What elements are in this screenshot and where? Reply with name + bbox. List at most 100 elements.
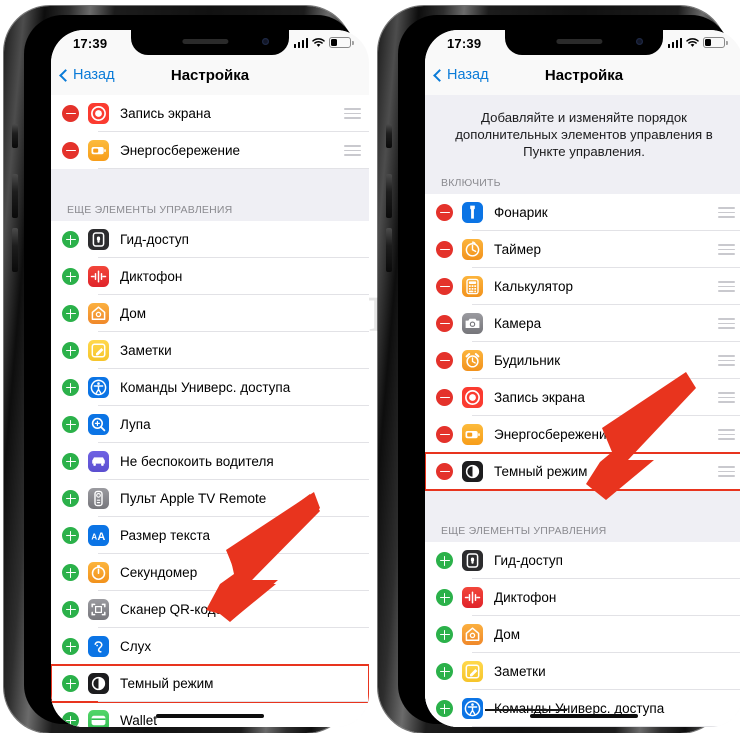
- reorder-handle-icon[interactable]: [705, 428, 735, 441]
- control-row[interactable]: Заметки: [425, 653, 740, 690]
- remove-control-button[interactable]: [62, 105, 79, 122]
- control-row[interactable]: Секундомер: [51, 554, 369, 591]
- remove-control-button[interactable]: [436, 278, 453, 295]
- control-row[interactable]: Диктофон: [425, 579, 740, 616]
- control-row-label: Диктофон: [494, 590, 557, 605]
- reorder-handle-icon[interactable]: [705, 243, 735, 256]
- reorder-handle-icon[interactable]: [331, 107, 361, 120]
- calculator-icon: [462, 276, 483, 297]
- dark-mode-icon: [462, 461, 483, 482]
- control-row-label: Заметки: [494, 664, 546, 679]
- control-row[interactable]: Сканер QR-кода: [51, 591, 369, 628]
- add-control-button[interactable]: [436, 663, 453, 680]
- control-row[interactable]: Заметки: [51, 332, 369, 369]
- alarm-icon: [462, 350, 483, 371]
- control-row-label: Не беспокоить водителя: [120, 454, 274, 469]
- navigation-bar: Назад Настройка: [425, 58, 740, 95]
- settings-group: Гид-доступ Диктофон Дом Заметки Команды Унив…: [51, 221, 369, 727]
- control-row-label: Калькулятор: [494, 279, 574, 294]
- control-row[interactable]: Запись экрана: [425, 379, 740, 416]
- control-row-label: Будильник: [494, 353, 561, 368]
- control-row[interactable]: Лупа: [51, 406, 369, 443]
- front-camera-icon: [262, 38, 269, 45]
- control-row[interactable]: Команды Универс. доступа: [425, 690, 740, 727]
- reorder-handle-icon[interactable]: [331, 144, 361, 157]
- reorder-handle-icon[interactable]: [705, 317, 735, 330]
- settings-list[interactable]: Запись экрана Энергосбережение ЕЩЕ ЭЛЕМЕНТ…: [51, 95, 369, 727]
- add-control-button[interactable]: [436, 589, 453, 606]
- add-control-button[interactable]: [62, 490, 79, 507]
- control-row-label: Пульт Apple TV Remote: [120, 491, 267, 506]
- home-indicator[interactable]: [156, 714, 264, 718]
- control-row[interactable]: Фонарик: [425, 194, 740, 231]
- control-row[interactable]: Запись экрана: [51, 95, 369, 132]
- control-row[interactable]: Темный режим: [51, 664, 369, 703]
- control-row-label: Дом: [494, 627, 521, 642]
- notch: [505, 30, 663, 55]
- add-control-button[interactable]: [62, 416, 79, 433]
- control-row[interactable]: Камера: [425, 305, 740, 342]
- add-control-button[interactable]: [62, 268, 79, 285]
- control-row[interactable]: Энергосбережение: [51, 132, 369, 169]
- control-row[interactable]: Команды Универс. доступа: [51, 369, 369, 406]
- control-row[interactable]: Калькулятор: [425, 268, 740, 305]
- add-control-button[interactable]: [436, 626, 453, 643]
- control-row[interactable]: Таймер: [425, 231, 740, 268]
- control-row[interactable]: Гид-доступ: [425, 542, 740, 579]
- add-control-button[interactable]: [62, 712, 79, 727]
- wifi-icon: [312, 37, 325, 48]
- control-row-label: Энергосбережение: [120, 143, 241, 158]
- control-row-label: Таймер: [494, 242, 541, 257]
- low-power-icon: [462, 424, 483, 445]
- control-row[interactable]: A A Размер текста: [51, 517, 369, 554]
- silent-switch[interactable]: [12, 124, 18, 148]
- control-row[interactable]: Пульт Apple TV Remote: [51, 480, 369, 517]
- reorder-handle-icon[interactable]: [705, 465, 735, 478]
- remove-control-button[interactable]: [436, 389, 453, 406]
- reorder-handle-icon[interactable]: [705, 391, 735, 404]
- settings-list[interactable]: Добавляйте и изменяйте порядок дополните…: [425, 95, 740, 727]
- add-control-button[interactable]: [62, 231, 79, 248]
- control-row[interactable]: Темный режим: [425, 452, 740, 491]
- add-control-button[interactable]: [62, 305, 79, 322]
- control-row[interactable]: Не беспокоить водителя: [51, 443, 369, 480]
- volume-down-button[interactable]: [12, 228, 18, 272]
- reorder-handle-icon[interactable]: [705, 354, 735, 367]
- home-indicator[interactable]: [530, 714, 638, 718]
- add-control-button[interactable]: [62, 453, 79, 470]
- add-control-button[interactable]: [62, 564, 79, 581]
- volume-down-button[interactable]: [386, 228, 392, 272]
- add-control-button[interactable]: [436, 700, 453, 717]
- remove-control-button[interactable]: [436, 204, 453, 221]
- volume-up-button[interactable]: [386, 174, 392, 218]
- control-row[interactable]: Слух: [51, 628, 369, 665]
- add-control-button[interactable]: [62, 527, 79, 544]
- add-control-button[interactable]: [62, 638, 79, 655]
- control-row[interactable]: Энергосбережение: [425, 416, 740, 453]
- remove-control-button[interactable]: [436, 463, 453, 480]
- control-row[interactable]: Гид-доступ: [51, 221, 369, 258]
- add-control-button[interactable]: [436, 552, 453, 569]
- silent-switch[interactable]: [386, 124, 392, 148]
- add-control-button[interactable]: [62, 675, 79, 692]
- wallet-icon: [88, 710, 109, 727]
- remove-control-button[interactable]: [436, 352, 453, 369]
- control-row[interactable]: Дом: [425, 616, 740, 653]
- phone-left: 17:39 Назад Настройка Запись экрана Энергосб…: [0, 6, 369, 733]
- remove-control-button[interactable]: [62, 142, 79, 159]
- control-row-label: Энергосбережение: [494, 427, 615, 442]
- remove-control-button[interactable]: [436, 241, 453, 258]
- reorder-handle-icon[interactable]: [705, 280, 735, 293]
- reorder-handle-icon[interactable]: [705, 206, 735, 219]
- front-camera-icon: [636, 38, 643, 45]
- add-control-button[interactable]: [62, 342, 79, 359]
- remove-control-button[interactable]: [436, 426, 453, 443]
- control-row[interactable]: Дом: [51, 295, 369, 332]
- control-row[interactable]: Диктофон: [51, 258, 369, 295]
- add-control-button[interactable]: [62, 601, 79, 618]
- remove-control-button[interactable]: [436, 315, 453, 332]
- control-row[interactable]: Будильник: [425, 342, 740, 379]
- phone-left-screen: 17:39 Назад Настройка Запись экрана Энергосб…: [51, 30, 369, 727]
- volume-up-button[interactable]: [12, 174, 18, 218]
- add-control-button[interactable]: [62, 379, 79, 396]
